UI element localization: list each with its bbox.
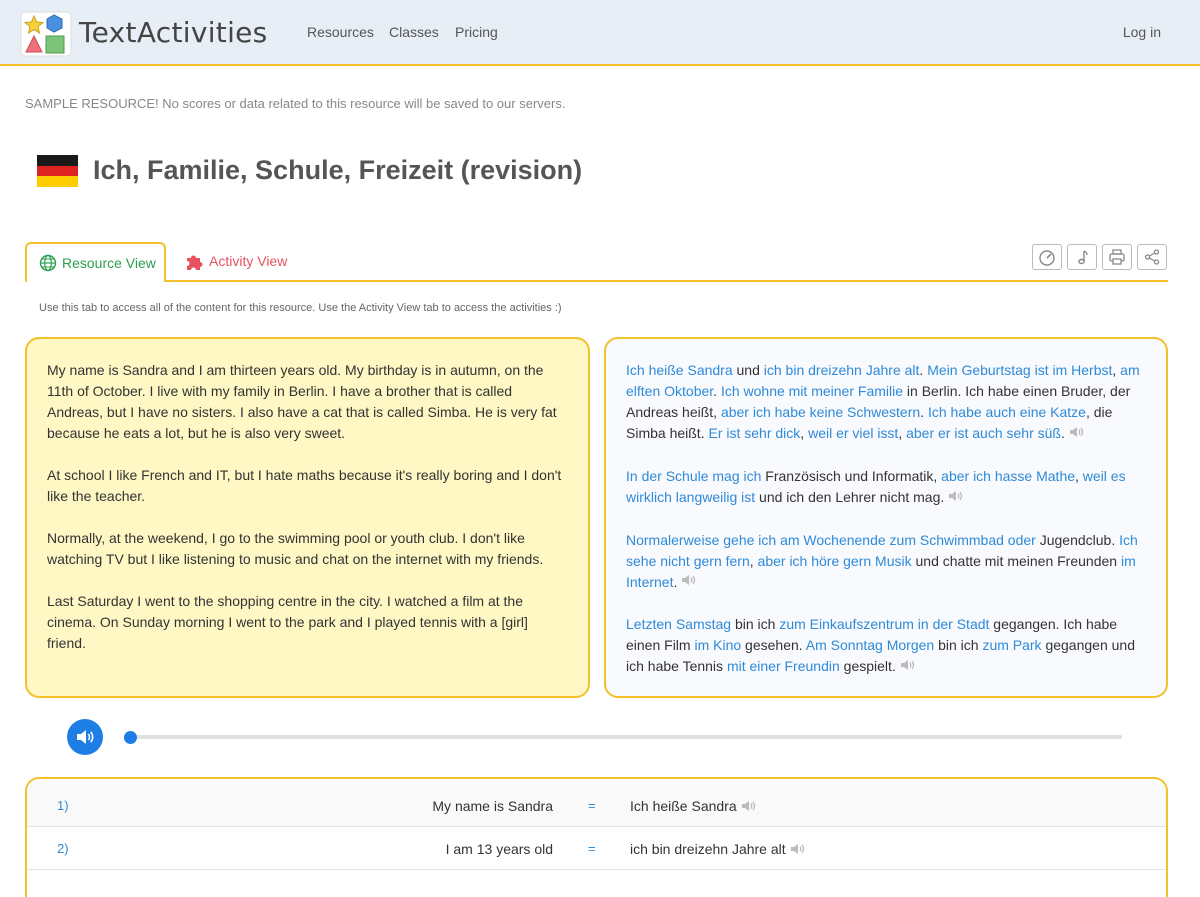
shapes-logo-icon[interactable] [20, 10, 72, 58]
tab-resource-view-label: Resource View [62, 255, 156, 271]
phrase-link[interactable]: aber ich höre gern Musik [758, 553, 912, 569]
speedometer-icon [1039, 250, 1055, 266]
plain-text: und [732, 362, 764, 378]
music-note-icon [1078, 250, 1088, 265]
nav-resources[interactable]: Resources [307, 24, 374, 40]
plain-text: , [749, 552, 758, 569]
vocab-english: I am 13 years old [445, 841, 553, 857]
vocab-equals: = [588, 798, 596, 813]
print-button[interactable] [1102, 244, 1132, 270]
sample-resource-notice: SAMPLE RESOURCE! No scores or data relat… [25, 96, 566, 111]
vocab-row: 2) I am 13 years old = ich bin dreizehn … [27, 827, 1166, 870]
speaker-icon[interactable] [948, 488, 964, 509]
plain-text: bin ich [731, 616, 780, 633]
plain-text: Jugendclub. [1035, 531, 1120, 548]
speaker-icon[interactable] [790, 842, 806, 859]
phrase-link[interactable]: aber er ist auch sehr süß [906, 425, 1061, 441]
plain-text: und ich den Lehrer nicht mag. [755, 488, 945, 505]
plain-text: . [673, 573, 678, 590]
vocab-german-text: Ich heiße Sandra [630, 798, 737, 814]
german-paragraph: Normalerweise gehe ich am Wochenende zum… [626, 530, 1146, 594]
german-text-panel: Ich heiße Sandra und ich bin dreizehn Ja… [604, 337, 1168, 698]
print-icon [1109, 249, 1125, 265]
phrase-link[interactable]: aber ich habe keine Schwestern [721, 404, 920, 420]
german-paragraph: In der Schule mag ich Französisch und In… [626, 466, 1146, 509]
vocab-german: Ich heiße Sandra [630, 798, 757, 816]
plain-text: . [1060, 425, 1065, 441]
site-header: TextActivities Resources Classes Pricing… [0, 0, 1200, 66]
puzzle-piece-icon [187, 255, 203, 270]
speaker-icon[interactable] [1069, 424, 1085, 445]
nav-pricing[interactable]: Pricing [455, 24, 498, 40]
english-paragraph: My name is Sandra and I am thirteen year… [47, 362, 557, 441]
vocab-number: 2) [57, 841, 69, 856]
plain-text: , [1112, 362, 1121, 378]
vocab-number: 1) [57, 798, 69, 813]
english-text-panel: My name is Sandra and I am thirteen year… [25, 337, 590, 698]
speaker-icon[interactable] [900, 657, 916, 678]
english-paragraph: Last Saturday I went to the shopping cen… [47, 593, 528, 651]
phrase-link[interactable]: im Kino [694, 637, 741, 653]
audio-progress-track[interactable] [130, 735, 1122, 739]
music-button[interactable] [1067, 244, 1097, 270]
speaker-icon[interactable] [741, 799, 757, 816]
tab-hint-text: Use this tab to access all of the conten… [39, 302, 562, 314]
share-icon [1144, 249, 1160, 265]
english-paragraph: At school I like French and IT, but I ha… [47, 467, 562, 504]
speaker-icon[interactable] [681, 572, 697, 593]
english-paragraph: Normally, at the weekend, I go to the sw… [47, 530, 544, 567]
audio-play-button[interactable] [67, 719, 103, 755]
plain-text: , [898, 425, 907, 441]
plain-text: . [920, 404, 928, 420]
phrase-link[interactable]: zum Einkaufszentrum in der Stadt [779, 616, 989, 632]
phrase-link[interactable]: Ich wohne mit meiner Familie [721, 383, 903, 399]
login-link[interactable]: Log in [1123, 24, 1161, 40]
vocab-equals: = [588, 841, 596, 856]
phrase-link[interactable]: aber ich hasse Mathe [941, 468, 1075, 484]
phrase-link[interactable]: Letzten Samstag [626, 616, 731, 632]
speed-button[interactable] [1032, 244, 1062, 270]
phrase-link[interactable]: Ich habe auch eine Katze [928, 404, 1086, 420]
german-paragraph: Ich heiße Sandra und ich bin dreizehn Ja… [626, 360, 1146, 445]
phrase-link[interactable]: Ich heiße Sandra [626, 362, 733, 378]
plain-text: Französisch und Informatik, [761, 467, 942, 484]
vocab-row: 1) My name is Sandra = Ich heiße Sandra [27, 784, 1166, 827]
phrase-link[interactable]: Normalerweise gehe ich am Wochenende zum… [626, 532, 1036, 548]
plain-text: . [713, 383, 721, 399]
vocab-english: My name is Sandra [432, 798, 553, 814]
phrase-link[interactable]: Mein Geburtstag ist im Herbst [927, 362, 1112, 378]
brand-name[interactable]: TextActivities [79, 16, 268, 49]
phrase-link[interactable]: In der Schule mag ich [626, 468, 761, 484]
german-flag-icon [37, 155, 78, 187]
vocab-german: ich bin dreizehn Jahre alt [630, 841, 806, 859]
plain-text: und chatte mit meinen Freunden [911, 552, 1121, 569]
vocab-german-text: ich bin dreizehn Jahre alt [630, 841, 786, 857]
plain-text: , [1075, 467, 1083, 484]
speaker-icon [77, 730, 94, 744]
page-title: Ich, Familie, Schule, Freizeit (revision… [93, 155, 583, 185]
share-button[interactable] [1137, 244, 1167, 270]
german-paragraph: Letzten Samstag bin ich zum Einkaufszent… [626, 614, 1146, 678]
phrase-link[interactable]: ich bin dreizehn Jahre alt [764, 362, 920, 378]
tab-resource-view[interactable]: Resource View [25, 242, 166, 282]
phrase-link[interactable]: Am Sonntag Morgen [806, 637, 934, 653]
plain-text: gesehen. [741, 637, 806, 654]
plain-text: , [800, 425, 809, 441]
audio-progress-handle[interactable] [124, 731, 137, 744]
nav-classes[interactable]: Classes [389, 24, 439, 40]
plain-text: bin ich [934, 637, 983, 654]
tabs-divider [25, 280, 1168, 282]
globe-icon [39, 254, 57, 272]
phrase-link[interactable]: mit einer Freundin [727, 658, 840, 674]
vocab-list: 1) My name is Sandra = Ich heiße Sandra … [25, 777, 1168, 897]
plain-text: gespielt. [839, 658, 896, 675]
phrase-link[interactable]: Er ist sehr dick [708, 425, 800, 441]
tab-activity-view-label: Activity View [209, 253, 288, 269]
phrase-link[interactable]: zum Park [982, 637, 1041, 653]
phrase-link[interactable]: weil er viel isst [808, 425, 898, 441]
